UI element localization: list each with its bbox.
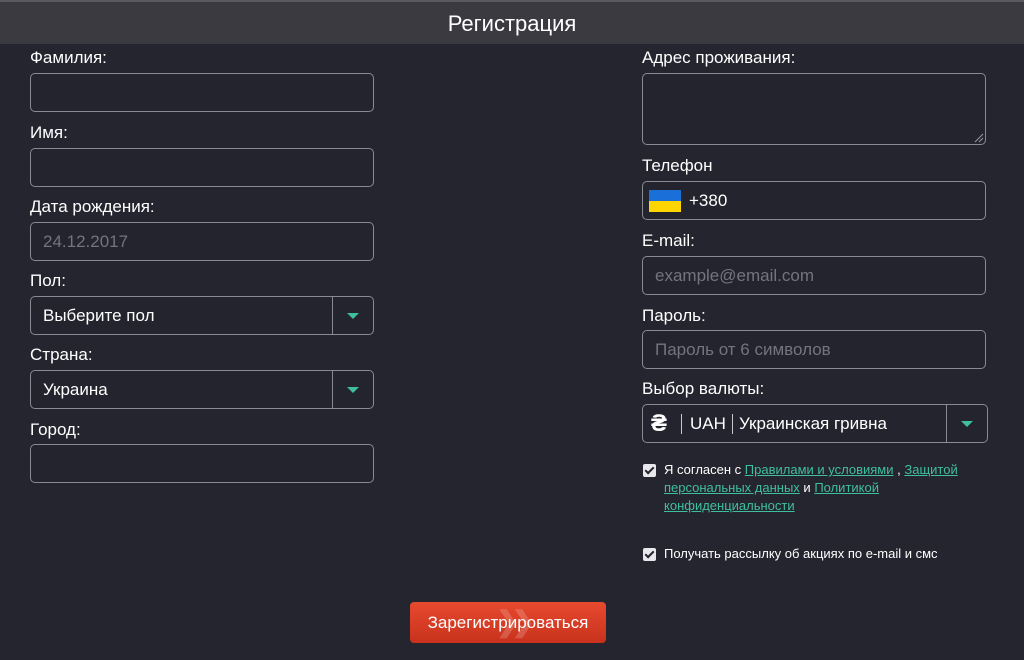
city-label: Город:: [30, 420, 81, 439]
currency-label: Выбор валюты:: [642, 379, 765, 398]
chevron-down-icon[interactable]: [347, 387, 359, 393]
currency-separator: [681, 414, 682, 434]
country-select[interactable]: Украина: [30, 370, 374, 409]
terms-and: и: [803, 480, 811, 495]
register-button-label: Зарегистрироваться: [427, 613, 589, 632]
name-field[interactable]: [30, 148, 374, 187]
ukraine-flag-icon[interactable]: [649, 190, 681, 212]
gender-label: Пол:: [30, 271, 66, 290]
email-field[interactable]: [642, 256, 986, 295]
address-field[interactable]: [642, 73, 986, 145]
newsletter-checkbox[interactable]: [643, 548, 656, 561]
terms-link[interactable]: Правилами и условиями: [745, 462, 894, 477]
country-selected-value: Украина: [43, 380, 108, 399]
birthdate-field[interactable]: [30, 222, 374, 261]
terms-separator: ,: [897, 462, 901, 477]
city-field[interactable]: [30, 444, 374, 483]
password-field[interactable]: [642, 330, 986, 369]
currency-separator: [732, 414, 733, 434]
page-header: Регистрация: [0, 0, 1024, 44]
resize-grip-icon[interactable]: [974, 133, 984, 143]
hryvnia-icon: ₴: [651, 410, 668, 437]
register-button[interactable]: ❯❯ Зарегистрироваться: [410, 602, 606, 643]
gender-select[interactable]: Выберите пол: [30, 296, 374, 335]
currency-select[interactable]: ₴ UAH Украинская гривна: [642, 404, 988, 443]
password-label: Пароль:: [642, 306, 706, 325]
chevron-down-icon[interactable]: [347, 313, 359, 319]
country-label: Страна:: [30, 345, 93, 364]
terms-consent-text: Я согласен с Правилами и условиями , Защ…: [664, 461, 974, 515]
select-divider: [332, 371, 333, 408]
surname-field[interactable]: [30, 73, 374, 112]
page-title: Регистрация: [447, 11, 577, 36]
gender-selected-value: Выберите пол: [43, 306, 155, 325]
surname-label: Фамилия:: [30, 48, 107, 67]
select-divider: [946, 405, 947, 442]
currency-name: Украинская гривна: [739, 414, 887, 433]
name-label: Имя:: [30, 123, 68, 142]
birthdate-label: Дата рождения:: [30, 197, 155, 216]
address-label: Адрес проживания:: [642, 48, 796, 67]
phone-field[interactable]: +380: [642, 181, 986, 220]
newsletter-label: Получать рассылку об акциях по e-mail и …: [664, 546, 938, 561]
currency-code: UAH: [690, 414, 726, 433]
select-divider: [332, 297, 333, 334]
terms-prefix: Я согласен с: [664, 462, 742, 477]
phone-code: +380: [689, 191, 728, 210]
phone-label: Телефон: [642, 156, 713, 175]
email-label: E-mail:: [642, 231, 695, 250]
registration-form: Фамилия: Имя: Дата рождения: Пол: Выбери…: [0, 44, 1024, 660]
terms-checkbox[interactable]: [643, 464, 656, 477]
chevron-down-icon[interactable]: [961, 421, 973, 427]
